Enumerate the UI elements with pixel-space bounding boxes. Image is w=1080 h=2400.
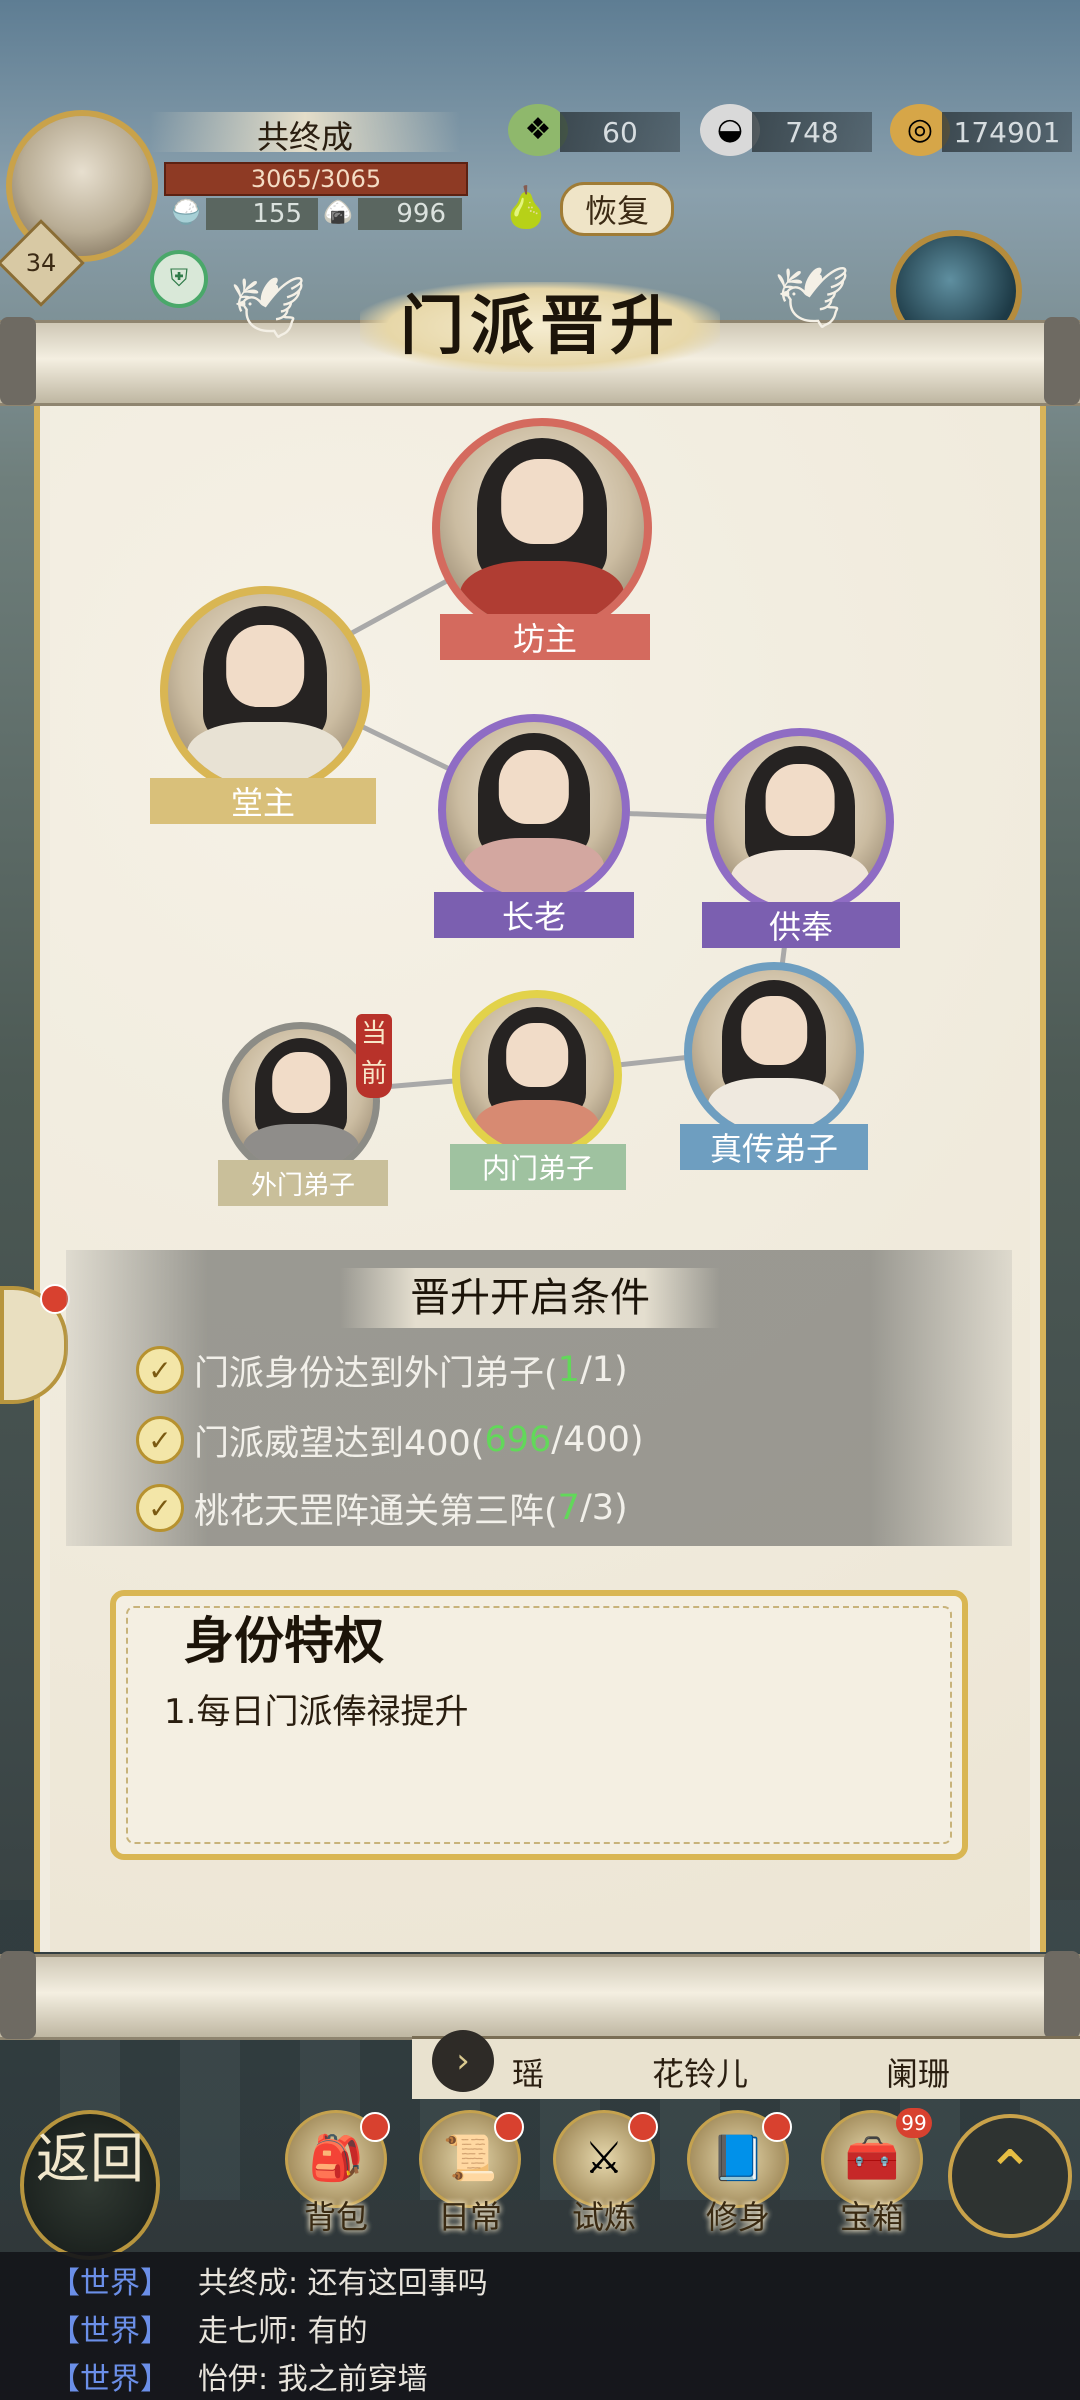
chat-text: 怡伊: 我之前穿墙 bbox=[198, 2362, 428, 2397]
condition-row: ✓ 门派威望达到400(696/400) bbox=[136, 1410, 644, 1470]
portrait-face bbox=[226, 625, 304, 707]
rank-node-fangzhu[interactable] bbox=[432, 418, 652, 638]
privilege-title: 身份特权 bbox=[184, 1612, 384, 1670]
rank-node-tangzhu[interactable] bbox=[160, 586, 370, 796]
condition-text: 门派威望达到400( bbox=[194, 1423, 485, 1464]
chat-panel[interactable]: 【世界】 共终成: 还有这回事吗 【世界】 走七师: 有的 【世界】 怡伊: 我之前穿… bbox=[0, 2252, 1080, 2400]
chat-channel: 【世界】 bbox=[50, 2266, 170, 2301]
current-rank-tag: 当前 bbox=[356, 1014, 392, 1098]
privilege-item: 1.每日门派俸禄提升 bbox=[164, 1692, 469, 1732]
portrait-face bbox=[501, 458, 583, 545]
portrait-face bbox=[741, 996, 807, 1066]
rank-node-neimen[interactable] bbox=[452, 990, 622, 1160]
scroll-bottom-rod bbox=[0, 1951, 1080, 2040]
daily-button[interactable]: 📜 日常 bbox=[414, 2110, 526, 2240]
trial-button[interactable]: ⚔ 试炼 bbox=[548, 2110, 660, 2240]
rank-node-zhenchuan[interactable] bbox=[684, 962, 864, 1142]
check-icon: ✓ bbox=[136, 1416, 184, 1464]
chat-message: 【世界】 共终成: 还有这回事吗 bbox=[50, 2258, 488, 2302]
rank-label-zhenchuan: 真传弟子 bbox=[680, 1124, 868, 1170]
chat-text: 共终成: 还有这回事吗 bbox=[198, 2266, 488, 2301]
character-tab-bar: 瑶 花铃儿 阑珊 bbox=[412, 2036, 1080, 2099]
cultivate-button[interactable]: 📘 修身 bbox=[682, 2110, 794, 2240]
condition-progress: 7 bbox=[557, 1488, 580, 1528]
rank-node-gongfeng[interactable] bbox=[706, 728, 894, 916]
notification-dot bbox=[762, 2112, 792, 2142]
bag-button[interactable]: 🎒 背包 bbox=[280, 2110, 392, 2240]
rank-label-tangzhu: 堂主 bbox=[150, 778, 376, 824]
chat-message: 【世界】 怡伊: 我之前穿墙 bbox=[50, 2354, 428, 2398]
daily-label: 日常 bbox=[437, 2198, 502, 2236]
condition-progress: 696 bbox=[484, 1420, 552, 1460]
cultivate-label: 修身 bbox=[705, 2198, 770, 2236]
check-icon: ✓ bbox=[136, 1346, 184, 1394]
condition-text: 桃花天罡阵通关第三阵( bbox=[194, 1491, 558, 1532]
condition-target: /1) bbox=[579, 1350, 628, 1390]
chat-channel: 【世界】 bbox=[50, 2314, 170, 2349]
rank-node-zhanglao[interactable] bbox=[438, 714, 630, 906]
portrait-face bbox=[498, 750, 570, 825]
conditions-title: 晋升开启条件 bbox=[340, 1268, 720, 1328]
chest-label: 宝箱 bbox=[839, 2198, 904, 2236]
notification-dot bbox=[360, 2112, 390, 2142]
check-icon: ✓ bbox=[136, 1484, 184, 1532]
rank-label-neimen: 内门弟子 bbox=[450, 1144, 626, 1190]
chat-text: 走七师: 有的 bbox=[198, 2314, 368, 2349]
condition-row: ✓ 门派身份达到外门弟子(1/1) bbox=[136, 1340, 628, 1400]
tab-item[interactable]: 阑珊 bbox=[886, 2049, 950, 2095]
condition-target: /3) bbox=[579, 1488, 628, 1528]
trial-label: 试炼 bbox=[571, 2198, 636, 2236]
portrait-face bbox=[765, 763, 835, 836]
notification-dot bbox=[494, 2112, 524, 2142]
condition-row: ✓ 桃花天罡阵通关第三阵(7/3) bbox=[136, 1478, 628, 1538]
rank-label-gongfeng: 供奉 bbox=[702, 902, 900, 948]
portrait-face bbox=[506, 1022, 568, 1088]
rank-label-zhanglao: 长老 bbox=[434, 892, 634, 938]
privilege-panel: 身份特权 1.每日门派俸禄提升 bbox=[110, 1590, 968, 1860]
rank-label-waimen: 外门弟子 bbox=[218, 1160, 388, 1206]
condition-text: 门派身份达到外门弟子( bbox=[194, 1353, 558, 1394]
condition-progress: 1 bbox=[557, 1350, 580, 1390]
tab-item[interactable]: 花铃儿 bbox=[652, 2049, 748, 2095]
rank-label-fangzhu: 坊主 bbox=[440, 614, 650, 660]
expand-menu-icon[interactable]: ⌃ bbox=[948, 2114, 1072, 2238]
chest-button[interactable]: 🧰 宝箱 99 bbox=[816, 2108, 932, 2240]
notification-dot bbox=[628, 2112, 658, 2142]
back-button[interactable]: 返回 bbox=[20, 2110, 160, 2260]
chat-message: 【世界】 走七师: 有的 bbox=[50, 2306, 368, 2350]
bag-label: 背包 bbox=[303, 2198, 368, 2236]
tab-arrow-button[interactable]: › bbox=[432, 2030, 494, 2092]
portrait-face bbox=[272, 1052, 330, 1113]
condition-target: /400) bbox=[551, 1420, 644, 1460]
chest-count-badge: 99 bbox=[896, 2108, 932, 2138]
chat-channel: 【世界】 bbox=[50, 2362, 170, 2397]
tab-item[interactable]: 瑶 bbox=[512, 2049, 544, 2095]
